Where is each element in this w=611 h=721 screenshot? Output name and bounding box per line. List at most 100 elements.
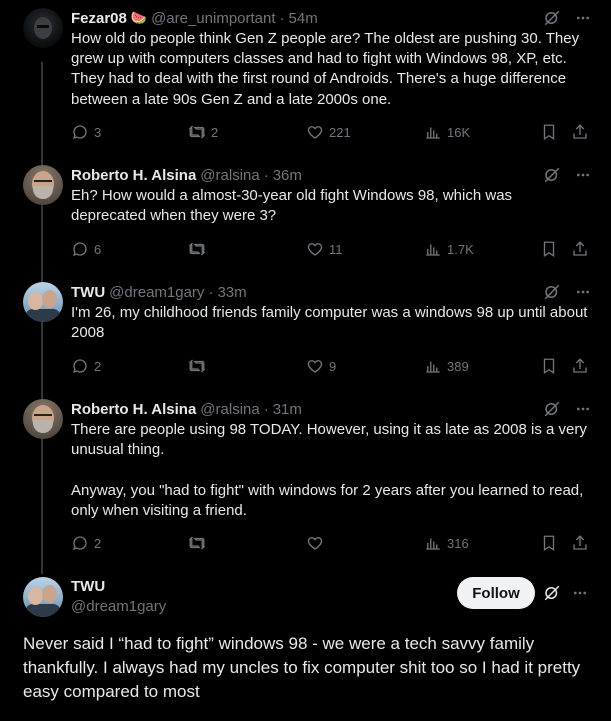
- views-button[interactable]: 16K: [424, 123, 470, 141]
- author-handle[interactable]: @dream1gary: [71, 597, 166, 617]
- heart-icon: [306, 534, 324, 552]
- bookmark-icon: [540, 357, 558, 375]
- avatar[interactable]: [23, 577, 63, 617]
- bookmark-button[interactable]: [540, 123, 558, 141]
- reply-tweet[interactable]: Roberto H. Alsina @ralsina · 36m Eh? How…: [0, 165, 611, 275]
- repost-button[interactable]: [188, 357, 211, 375]
- reply-icon: [71, 534, 89, 552]
- timestamp[interactable]: 33m: [217, 284, 246, 301]
- reply-button[interactable]: 6: [71, 240, 101, 258]
- more-icon[interactable]: [575, 284, 591, 300]
- share-icon: [571, 123, 589, 141]
- like-button[interactable]: [306, 534, 329, 552]
- avatar[interactable]: [23, 399, 63, 439]
- author-name[interactable]: TWU: [71, 577, 166, 597]
- heart-icon: [306, 357, 324, 375]
- views-count: 316: [447, 535, 469, 551]
- separator-dot: ·: [279, 9, 285, 27]
- like-button[interactable]: 9: [306, 357, 336, 375]
- more-icon[interactable]: [572, 585, 588, 601]
- author-handle[interactable]: @ralsina: [200, 167, 259, 184]
- timestamp[interactable]: 36m: [273, 167, 302, 184]
- grok-icon[interactable]: [543, 166, 561, 184]
- repost-count: 2: [211, 124, 219, 140]
- author-name[interactable]: TWU: [71, 284, 105, 301]
- bookmark-button[interactable]: [540, 240, 558, 258]
- reply-tweet[interactable]: Fezar08 🍉 @are_unimportant · 54m How old…: [0, 8, 611, 158]
- main-author: TWU @dream1gary: [71, 577, 166, 617]
- reply-button[interactable]: 2: [71, 534, 101, 552]
- grok-icon[interactable]: [543, 400, 561, 418]
- heart-icon: [306, 240, 324, 258]
- more-icon[interactable]: [575, 10, 591, 26]
- like-count: 221: [329, 124, 351, 140]
- bookmark-button[interactable]: [540, 534, 558, 552]
- separator-dot: ·: [208, 283, 214, 301]
- author-handle[interactable]: @ralsina: [200, 401, 259, 418]
- bookmark-button[interactable]: [540, 357, 558, 375]
- avatar[interactable]: [23, 282, 63, 322]
- timestamp[interactable]: 54m: [289, 10, 318, 27]
- reply-icon: [71, 240, 89, 258]
- grok-icon[interactable]: [543, 584, 561, 602]
- tweet-text: I'm 26, my childhood friends family comp…: [71, 304, 592, 342]
- share-button[interactable]: [571, 534, 589, 552]
- share-icon: [571, 240, 589, 258]
- repost-icon: [188, 123, 206, 141]
- repost-button[interactable]: [188, 240, 211, 258]
- views-button[interactable]: 316: [424, 534, 469, 552]
- share-button[interactable]: [571, 123, 589, 141]
- action-bar: 2 9 389: [71, 357, 591, 377]
- more-icon[interactable]: [575, 167, 591, 183]
- main-tweet-text: Never said I “had to fight” windows 98 -…: [23, 634, 581, 701]
- bookmark-icon: [540, 123, 558, 141]
- reply-button[interactable]: 3: [71, 123, 101, 141]
- like-button[interactable]: 11: [306, 240, 343, 258]
- views-count: 16K: [447, 124, 471, 140]
- action-bar: 6 11 1.7K: [71, 240, 591, 260]
- author-handle[interactable]: @are_unimportant: [151, 10, 275, 27]
- avatar[interactable]: [23, 8, 63, 48]
- share-icon: [571, 357, 589, 375]
- separator-dot: ·: [263, 400, 269, 418]
- action-bar: 2 316: [71, 534, 591, 554]
- follow-button[interactable]: Follow: [457, 577, 535, 609]
- repost-icon: [188, 534, 206, 552]
- reply-count: 6: [94, 241, 102, 257]
- reply-tweet[interactable]: TWU @dream1gary · 33m I'm 26, my childho…: [0, 282, 611, 392]
- repost-icon: [188, 240, 206, 258]
- like-count: 9: [329, 358, 337, 374]
- grok-icon[interactable]: [543, 283, 561, 301]
- tweet-text: There are people using 98 TODAY. However…: [71, 421, 587, 519]
- reply-count: 2: [94, 535, 102, 551]
- views-button[interactable]: 389: [424, 357, 469, 375]
- timestamp[interactable]: 31m: [273, 401, 302, 418]
- avatar[interactable]: [23, 165, 63, 205]
- more-icon[interactable]: [575, 401, 591, 417]
- reply-count: 3: [94, 124, 102, 140]
- views-count: 1.7K: [447, 241, 474, 257]
- repost-icon: [188, 357, 206, 375]
- tweet-text: Eh? How would a almost-30-year old fight…: [71, 187, 517, 225]
- reply-button[interactable]: 2: [71, 357, 101, 375]
- grok-icon[interactable]: [543, 9, 561, 27]
- bookmark-icon: [540, 240, 558, 258]
- views-icon: [424, 123, 442, 141]
- watermelon-emoji: 🍉: [130, 10, 148, 25]
- author-handle[interactable]: @dream1gary: [109, 284, 204, 301]
- author-name[interactable]: Roberto H. Alsina: [71, 401, 196, 418]
- views-button[interactable]: 1.7K: [424, 240, 474, 258]
- tweet-text: How old do people think Gen Z people are…: [71, 30, 584, 108]
- reply-tweet[interactable]: Roberto H. Alsina @ralsina · 31m There a…: [0, 399, 611, 569]
- author-name[interactable]: Roberto H. Alsina: [71, 167, 196, 184]
- reply-count: 2: [94, 358, 102, 374]
- repost-button[interactable]: 2: [188, 123, 218, 141]
- like-button[interactable]: 221: [306, 123, 351, 141]
- share-button[interactable]: [571, 357, 589, 375]
- repost-button[interactable]: [188, 534, 211, 552]
- share-button[interactable]: [571, 240, 589, 258]
- views-count: 389: [447, 358, 469, 374]
- author-name[interactable]: Fezar08: [71, 10, 127, 27]
- share-icon: [571, 534, 589, 552]
- views-icon: [424, 357, 442, 375]
